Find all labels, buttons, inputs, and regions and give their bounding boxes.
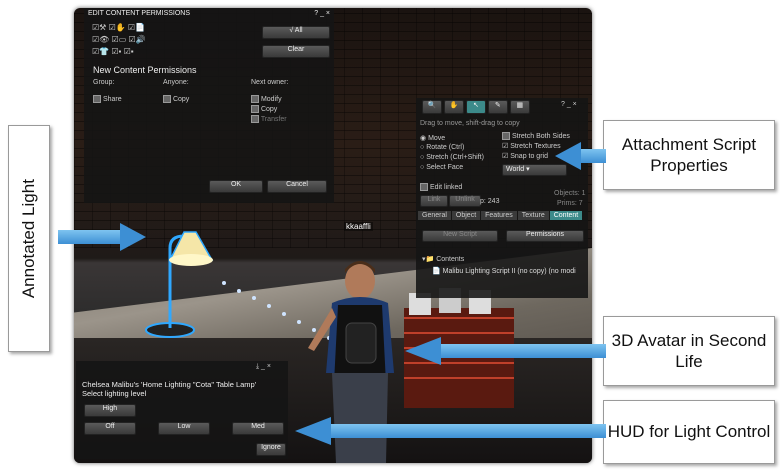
next-owner-label: Next owner: — [251, 79, 289, 86]
annotated-lamp[interactable] — [140, 218, 220, 343]
second-life-viewport[interactable]: kkaaffli EDIT CONTENT PERMISSIONS ? _ × … — [74, 8, 592, 463]
modify-checkbox[interactable]: Modify — [251, 95, 282, 103]
anyone-label: Anyone: — [163, 79, 189, 86]
tab-content[interactable]: Content — [549, 211, 583, 220]
edit-linked-checkbox[interactable]: Edit linked — [420, 183, 462, 191]
avatar-name-tag: kkaaffli — [344, 222, 373, 231]
p-value: p: 243 — [480, 198, 500, 205]
next-copy-checkbox[interactable]: Copy — [251, 105, 277, 113]
snap-to-grid-checkbox[interactable]: ☑ Snap to grid — [502, 152, 548, 160]
checkbox-icon[interactable]: ☑⚒ ☑✋ ☑📄 — [92, 23, 145, 32]
tab-texture[interactable]: Texture — [517, 211, 549, 220]
callout-hud: HUD for Light Control — [603, 400, 775, 464]
low-button[interactable]: Low — [158, 422, 210, 435]
copy-checkbox[interactable]: Copy — [163, 95, 189, 103]
mode-move[interactable]: ◉ Move — [420, 134, 445, 142]
unlink-button[interactable]: Unlink — [449, 195, 481, 207]
transfer-checkbox[interactable]: Transfer — [251, 115, 287, 123]
edit-content-permissions-panel: EDIT CONTENT PERMISSIONS ? _ × ☑⚒ ☑✋ ☑📄 … — [84, 8, 334, 203]
link-button[interactable]: Link — [420, 195, 448, 207]
contents-folder[interactable]: ▾📁 Contents — [422, 255, 464, 263]
tab-object[interactable]: Object — [451, 211, 481, 220]
grab-tool-icon[interactable]: ✋ — [443, 100, 464, 114]
land-tool-icon[interactable]: ▦ — [509, 100, 530, 114]
arrow-to-light — [58, 230, 120, 244]
arrow-to-hud-head — [295, 417, 331, 445]
permissions-title: EDIT CONTENT PERMISSIONS — [88, 10, 191, 17]
focus-tool-icon[interactable]: 🔍 — [422, 100, 442, 114]
stretch-both-checkbox[interactable]: Stretch Both Sides — [502, 132, 570, 140]
permission-icon-grid: ☑⚒ ☑✋ ☑📄 ☑👁 ☑▭ ☑🔊 ☑👕 ☑▪ ☑▪ — [92, 22, 222, 58]
edit-tool-icon[interactable]: ↖ — [465, 100, 486, 114]
off-button[interactable]: Off — [84, 422, 136, 435]
tab-general[interactable]: General — [418, 211, 451, 220]
permissions-button[interactable]: Permissions — [506, 230, 584, 242]
objects-count: Objects: 1 — [554, 190, 586, 197]
permissions-titlebar: EDIT CONTENT PERMISSIONS ? _ × — [84, 8, 334, 19]
mode-select-face[interactable]: ○ Select Face — [420, 164, 463, 171]
script-item[interactable]: 📄 Malibu Lighting Script II (no copy) (n… — [432, 267, 576, 275]
arrow-to-script — [580, 149, 606, 163]
light-control-hud: ⤓ _ × Chelsea Malibu's 'Home Lighting "C… — [76, 361, 288, 459]
arrow-to-avatar-head — [405, 337, 441, 365]
cancel-button[interactable]: Cancel — [267, 180, 327, 193]
arrow-to-avatar — [440, 344, 606, 358]
share-checkbox[interactable]: Share — [93, 95, 122, 103]
high-button[interactable]: High — [84, 404, 136, 417]
new-content-permissions-title: New Content Permissions — [93, 65, 197, 75]
group-label: Group: — [93, 79, 115, 86]
callout-avatar: 3D Avatar in Second Life — [603, 316, 775, 386]
arrow-to-hud — [330, 424, 606, 438]
callout-annotated-light: Annotated Light — [8, 125, 50, 352]
mode-rotate[interactable]: ○ Rotate (Ctrl) — [420, 144, 464, 151]
mode-stretch[interactable]: ○ Stretch (Ctrl+Shift) — [420, 154, 484, 161]
checkbox-icon[interactable]: ☑👕 ☑▪ ☑▪ — [92, 47, 134, 56]
stretch-textures-checkbox[interactable]: ☑ Stretch Textures — [502, 142, 561, 150]
med-button[interactable]: Med — [232, 422, 284, 435]
new-script-button[interactable]: New Script — [422, 230, 498, 242]
build-tool-panel: 🔍 ✋ ↖ ✎ ▦ ? _ × Drag to move, shift-drag… — [416, 98, 588, 298]
create-tool-icon[interactable]: ✎ — [487, 100, 508, 114]
prims-count: Prims: 7 — [557, 200, 583, 207]
build-window-controls[interactable]: ? _ × — [561, 101, 577, 108]
build-tabs: General Object Features Texture Content — [418, 211, 583, 220]
arrow-to-script-head — [555, 142, 581, 170]
drag-hint: Drag to move, shift-drag to copy — [420, 120, 520, 127]
hud-window-controls[interactable]: ⤓ _ × — [256, 363, 271, 371]
clear-button[interactable]: Clear — [262, 45, 330, 58]
checkbox-icon[interactable]: ☑👁 ☑▭ ☑🔊 — [92, 35, 146, 44]
arrow-to-light-head — [120, 223, 146, 251]
tab-features[interactable]: Features — [481, 211, 517, 220]
ok-button[interactable]: OK — [209, 180, 263, 193]
window-controls[interactable]: ? _ × — [314, 10, 330, 17]
tool-icons-row: 🔍 ✋ ↖ ✎ ▦ — [422, 100, 530, 114]
hud-message: Chelsea Malibu's 'Home Lighting "Cota" T… — [82, 380, 257, 389]
ignore-button[interactable]: Ignore — [256, 443, 286, 456]
all-button[interactable]: √ All — [262, 26, 330, 39]
callout-attachment-script: Attachment Script Properties — [603, 120, 775, 190]
hud-prompt: Select lighting level — [82, 389, 147, 398]
